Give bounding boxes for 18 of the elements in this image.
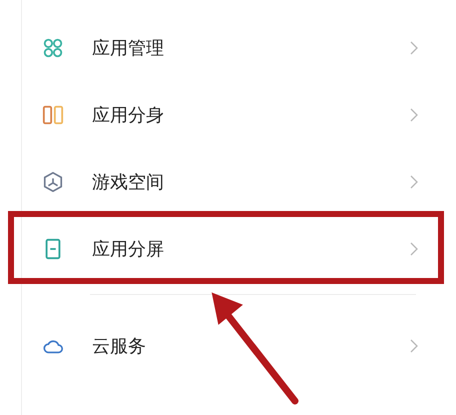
two-rectangles-icon bbox=[42, 104, 64, 126]
chevron-right-icon bbox=[410, 108, 418, 122]
menu-item-label: 游戏空间 bbox=[92, 170, 165, 194]
menu-row[interactable]: 云服务 bbox=[0, 312, 456, 379]
menu-row[interactable]: 应用分屏 bbox=[0, 215, 456, 282]
chevron-right-icon bbox=[410, 40, 418, 54]
chevron-right-icon bbox=[410, 242, 418, 256]
menu-item-label: 应用分屏 bbox=[92, 238, 165, 260]
menu-row[interactable]: 应用分身 bbox=[0, 81, 456, 148]
menu-item-label: 云服务 bbox=[92, 334, 147, 358]
four-circles-icon bbox=[42, 36, 64, 58]
menu-item-label: 应用管理 bbox=[92, 36, 165, 60]
menu-row[interactable]: 应用管理 bbox=[0, 14, 456, 81]
chevron-right-icon bbox=[410, 174, 418, 188]
chevron-right-icon bbox=[410, 338, 418, 352]
hexagon-icon bbox=[42, 170, 64, 192]
menu-item-label: 应用分身 bbox=[92, 104, 165, 126]
menu-row[interactable]: 游戏空间 bbox=[0, 148, 456, 215]
